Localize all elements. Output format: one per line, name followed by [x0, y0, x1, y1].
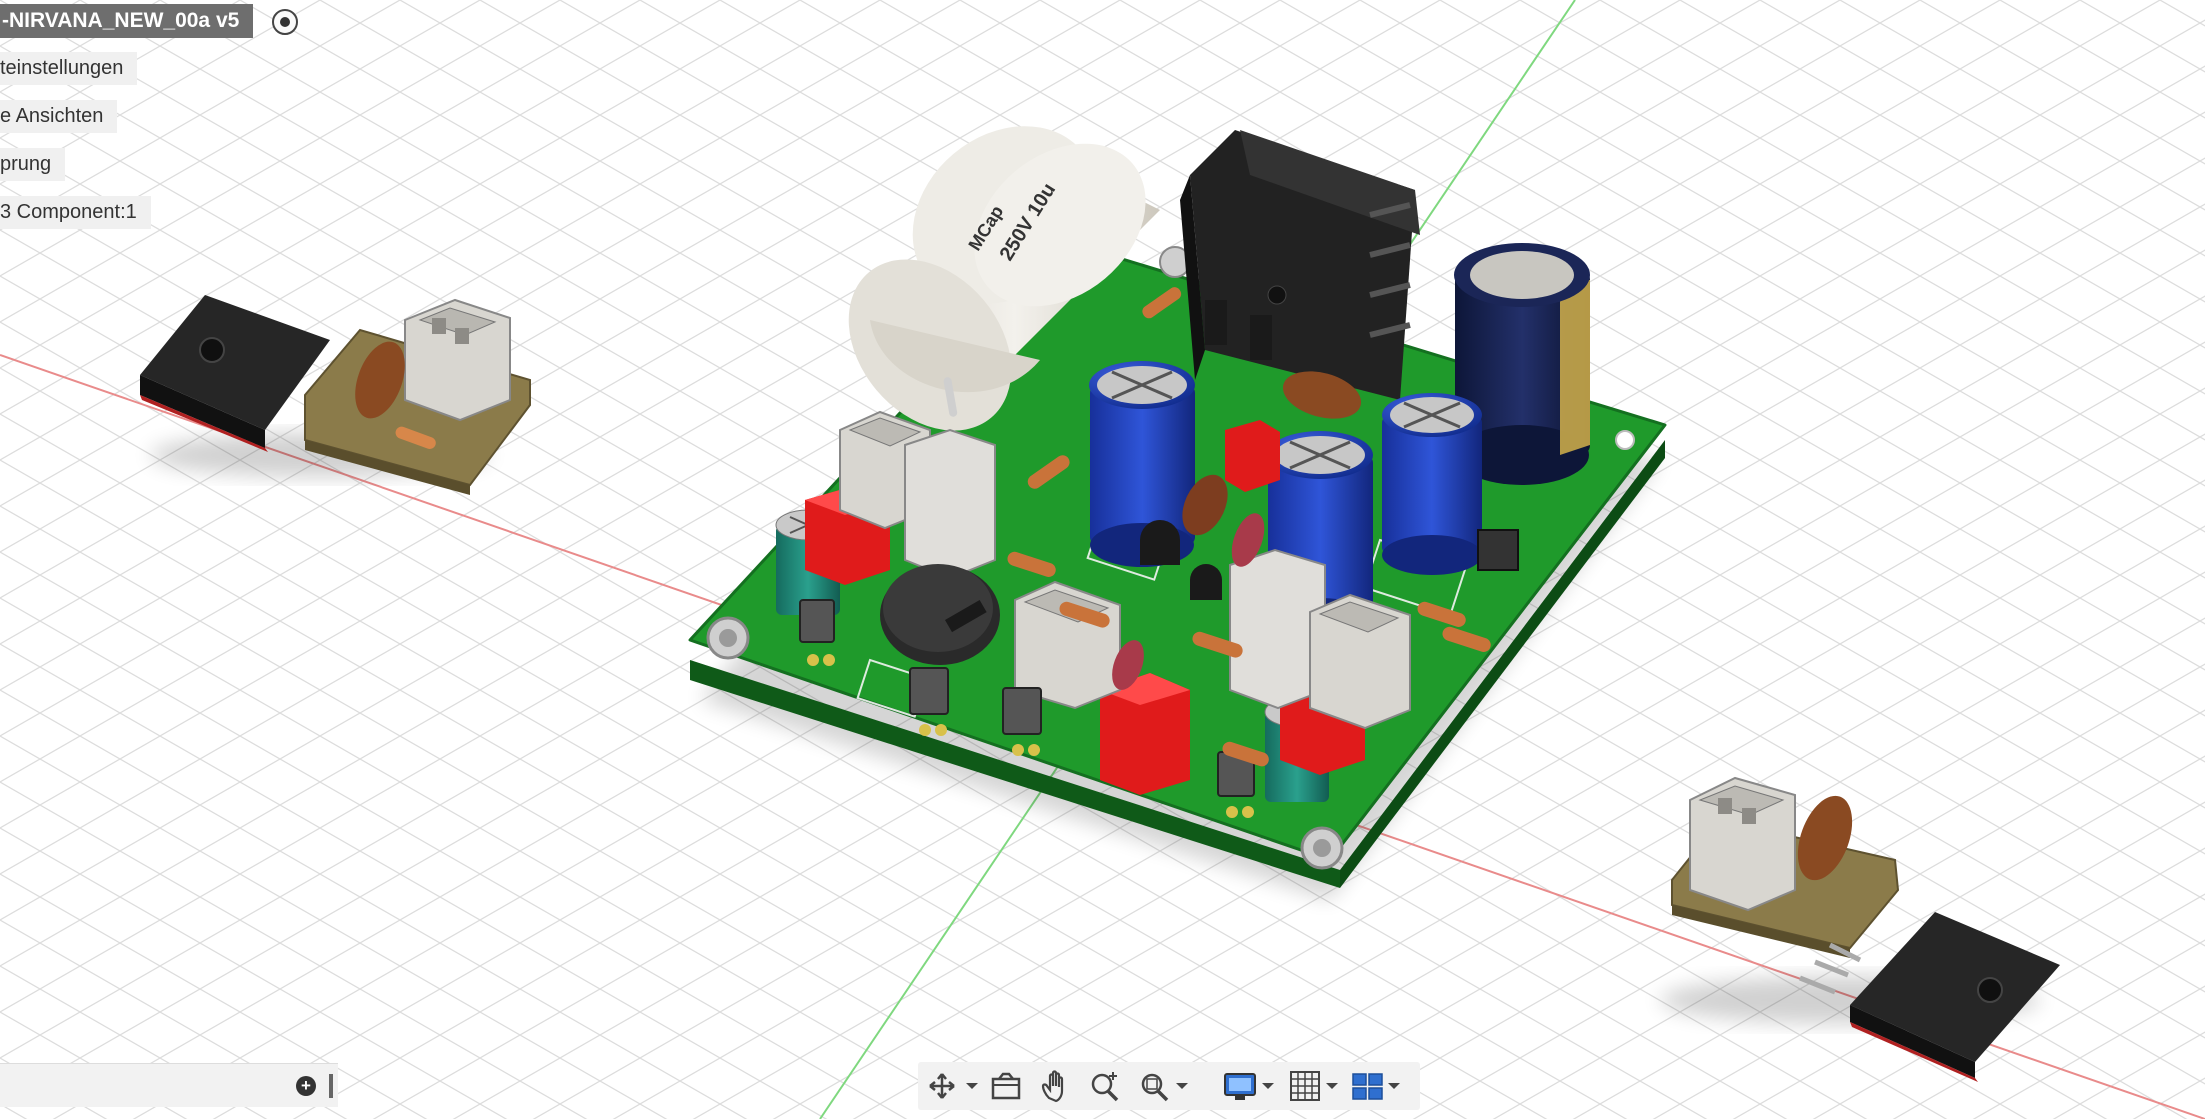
comments-panel: + — [0, 1063, 338, 1107]
display-settings-icon[interactable] — [1222, 1068, 1280, 1104]
3d-viewport[interactable]: MCap 250V 10u -NIRVANA_NEW_00a v5 teinst… — [0, 0, 2205, 1119]
look-at-icon[interactable] — [988, 1068, 1024, 1104]
browser-item-document-settings[interactable]: teinstellungen — [0, 52, 138, 85]
faston-terminal — [909, 667, 949, 715]
grid-settings-icon[interactable] — [1288, 1068, 1346, 1104]
orbit-icon[interactable] — [926, 1068, 984, 1104]
browser-item-origin[interactable]: prung — [0, 148, 66, 181]
activate-component-icon[interactable] — [272, 9, 298, 35]
model-scene[interactable]: MCap 250V 10u — [0, 0, 2205, 1119]
panel-grip-icon[interactable] — [329, 1074, 333, 1098]
pan-hand-icon[interactable] — [1038, 1068, 1074, 1104]
browser-item-named-views[interactable]: e Ansichten — [0, 100, 118, 133]
terminal-connector[interactable] — [904, 428, 996, 580]
terminal-connector[interactable] — [1309, 593, 1411, 730]
faston-terminal — [1002, 687, 1042, 735]
red-film-capacitor[interactable] — [1225, 420, 1280, 492]
small-transistor — [1140, 520, 1180, 565]
small-transistor — [1190, 564, 1222, 600]
browser-item-component[interactable]: 3 Component:1 — [0, 196, 151, 229]
zoom-window-icon[interactable] — [1138, 1068, 1196, 1104]
viewports-icon[interactable] — [1350, 1068, 1408, 1104]
document-title[interactable]: -NIRVANA_NEW_00a v5 — [0, 4, 254, 38]
zoom-icon[interactable] — [1088, 1068, 1124, 1104]
add-comment-icon[interactable]: + — [296, 1076, 316, 1096]
mounting-hole — [1615, 430, 1635, 450]
faston-terminal — [799, 599, 835, 643]
pin-header — [1477, 529, 1519, 571]
blue-electrolytic-capacitor[interactable] — [1382, 393, 1482, 575]
navigation-toolbar — [918, 1062, 1420, 1110]
